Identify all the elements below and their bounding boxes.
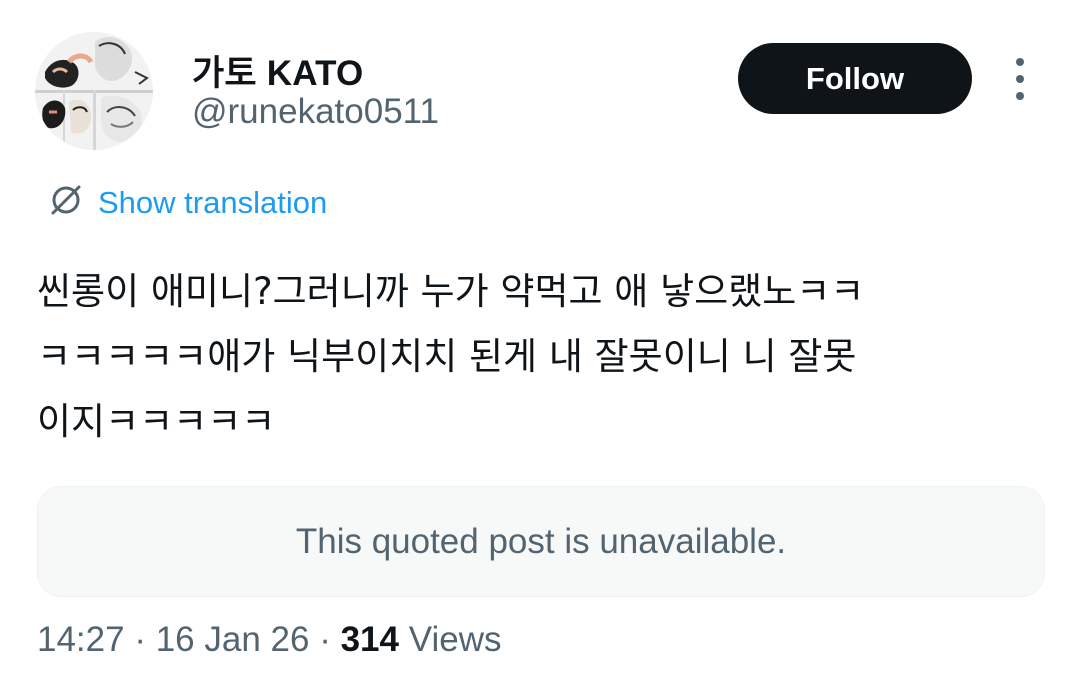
translate-icon: [48, 182, 84, 223]
meta-separator: ·: [319, 620, 331, 659]
more-vertical-icon: [1016, 75, 1024, 83]
follow-button[interactable]: Follow: [738, 43, 972, 114]
more-options-button[interactable]: [1005, 58, 1035, 100]
show-translation-label: Show translation: [98, 184, 328, 220]
tweet-date[interactable]: 16 Jan 26: [156, 620, 310, 659]
avatar[interactable]: [35, 32, 153, 150]
tweet-text-line: 이지ㅋㅋㅋㅋㅋ: [37, 400, 276, 443]
more-vertical-icon: [1016, 58, 1024, 66]
views-label: Views: [408, 620, 502, 659]
author-display-name[interactable]: 가토 KATO: [192, 45, 363, 96]
tweet-meta: 14:27 · 16 Jan 26 · 314 Views: [37, 620, 501, 660]
quoted-post-message: This quoted post is unavailable.: [295, 521, 787, 561]
show-translation-link[interactable]: Show translation: [48, 182, 327, 223]
tweet-time[interactable]: 14:27: [37, 620, 125, 659]
author-handle[interactable]: @runekato0511: [192, 92, 439, 132]
tweet-text-line: 씬롱이 애미니?그러니까 누가 약먹고 애 낳으랬노ㅋㅋ: [37, 270, 865, 313]
tweet-text-line: ㅋㅋㅋㅋㅋ애가 닉부이치치 된게 내 잘못이니 니 잘못: [37, 335, 857, 378]
meta-separator: ·: [134, 620, 146, 659]
tweet-text: 씬롱이 애미니?그러니까 누가 약먹고 애 낳으랬노ㅋㅋ ㅋㅋㅋㅋㅋ애가 닉부이…: [37, 259, 1047, 454]
quoted-post-unavailable: This quoted post is unavailable.: [37, 486, 1045, 597]
views-count[interactable]: 314: [341, 620, 399, 659]
more-vertical-icon: [1016, 92, 1024, 100]
